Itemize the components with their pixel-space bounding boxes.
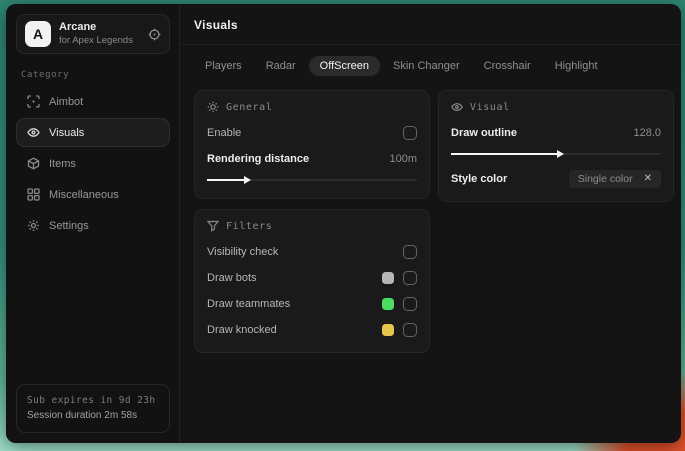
gear-icon xyxy=(27,219,40,232)
draw-outline-value: 128.0 xyxy=(633,126,661,139)
draw-knocked-controls xyxy=(382,322,417,337)
rendering-distance-value: 100m xyxy=(389,152,417,165)
filters-panel: Filters Visibility check Draw bots Draw … xyxy=(194,209,430,353)
brand-text: Arcane for Apex Legends xyxy=(59,21,140,47)
draw-bots-controls xyxy=(382,270,417,285)
panel-title: General xyxy=(226,101,273,113)
draw-knocked-color-swatch[interactable] xyxy=(382,323,394,336)
style-color-label: Style color xyxy=(451,172,508,185)
subscription-card: Sub expires in 9d 23h Session duration 2… xyxy=(16,383,170,433)
tab-skin-changer[interactable]: Skin Changer xyxy=(382,56,471,76)
sidebar-item-label: Visuals xyxy=(49,126,85,139)
visibility-check-checkbox[interactable] xyxy=(403,244,417,259)
cube-icon xyxy=(27,157,40,170)
sidebar-item-label: Miscellaneous xyxy=(49,188,119,201)
sidebar: A Arcane for Apex Legends Category Aimbo… xyxy=(6,4,180,443)
filters-panel-header: Filters xyxy=(207,220,417,232)
draw-bots-label: Draw bots xyxy=(207,271,257,284)
main-area: Visuals Players Radar OffScreen Skin Cha… xyxy=(180,4,681,443)
draw-knocked-label: Draw knocked xyxy=(207,323,277,336)
left-column: General Enable Rendering distance 100m F… xyxy=(194,90,430,353)
sidebar-item-label: Items xyxy=(49,157,76,170)
right-column: Visual Draw outline 128.0 Style color Si… xyxy=(438,90,674,202)
sidebar-item-visuals[interactable]: Visuals xyxy=(16,118,170,147)
grid-icon xyxy=(27,188,40,201)
visual-panel: Visual Draw outline 128.0 Style color Si… xyxy=(438,90,674,202)
tab-players[interactable]: Players xyxy=(194,56,253,76)
page-title: Visuals xyxy=(194,18,238,32)
draw-bots-color-swatch[interactable] xyxy=(382,271,394,284)
general-panel: General Enable Rendering distance 100m xyxy=(194,90,430,199)
enable-checkbox[interactable] xyxy=(403,125,417,140)
funnel-icon xyxy=(207,220,219,232)
draw-teammates-label: Draw teammates xyxy=(207,297,291,310)
sub-expires-text: Sub expires in 9d 23h xyxy=(27,394,156,406)
brand-title: Arcane xyxy=(59,21,97,34)
slider-thumb[interactable] xyxy=(207,176,251,184)
style-color-select[interactable]: Single color ✕ xyxy=(568,169,661,188)
panel-title: Visual xyxy=(470,101,510,113)
slider-thumb[interactable] xyxy=(451,150,565,158)
eye-icon xyxy=(451,101,463,113)
tab-radar[interactable]: Radar xyxy=(255,56,307,76)
sidebar-item-label: Aimbot xyxy=(49,95,84,108)
enable-label: Enable xyxy=(207,126,242,139)
brand-card: A Arcane for Apex Legends xyxy=(16,14,170,54)
visibility-check-label: Visibility check xyxy=(207,245,279,258)
draw-knocked-checkbox[interactable] xyxy=(403,322,417,337)
draw-teammates-checkbox[interactable] xyxy=(403,296,417,311)
sidebar-item-aimbot[interactable]: Aimbot xyxy=(16,87,170,116)
draw-outline-row: Draw outline 128.0 xyxy=(451,122,661,143)
rendering-distance-row: Rendering distance 100m xyxy=(207,148,417,169)
draw-bots-checkbox[interactable] xyxy=(403,270,417,285)
app-window: A Arcane for Apex Legends Category Aimbo… xyxy=(6,4,681,443)
tab-highlight[interactable]: Highlight xyxy=(544,56,609,76)
style-color-row: Style color Single color ✕ xyxy=(451,168,661,189)
tab-offscreen[interactable]: OffScreen xyxy=(308,56,380,76)
visuals-icon xyxy=(27,126,40,139)
enable-row: Enable xyxy=(207,122,417,143)
close-icon[interactable]: ✕ xyxy=(644,173,652,184)
style-color-value: Single color xyxy=(577,172,633,185)
visual-panel-header: Visual xyxy=(451,101,661,113)
draw-bots-row: Draw bots xyxy=(207,267,417,288)
rendering-distance-label: Rendering distance xyxy=(207,152,310,165)
panel-title: Filters xyxy=(226,220,273,232)
sidebar-item-miscellaneous[interactable]: Miscellaneous xyxy=(16,180,170,209)
rendering-distance-slider[interactable] xyxy=(207,175,417,185)
general-panel-header: General xyxy=(207,101,417,113)
draw-outline-slider[interactable] xyxy=(451,149,661,159)
draw-teammates-color-swatch[interactable] xyxy=(382,297,394,310)
tab-bar: Players Radar OffScreen Skin Changer Cro… xyxy=(194,56,674,76)
draw-teammates-row: Draw teammates xyxy=(207,293,417,314)
sidebar-item-label: Settings xyxy=(49,219,89,232)
sidebar-item-items[interactable]: Items xyxy=(16,149,170,178)
draw-outline-label: Draw outline xyxy=(451,126,518,139)
sidebar-item-settings[interactable]: Settings xyxy=(16,211,170,240)
session-duration-text: Session duration 2m 58s xyxy=(27,410,138,421)
draw-teammates-controls xyxy=(382,296,417,311)
sun-icon xyxy=(207,101,219,113)
category-label: Category xyxy=(21,70,70,80)
tab-crosshair[interactable]: Crosshair xyxy=(473,56,542,76)
visibility-check-row: Visibility check xyxy=(207,241,417,262)
aimbot-icon xyxy=(27,95,40,108)
content: General Enable Rendering distance 100m F… xyxy=(194,90,674,353)
brand-subtitle: for Apex Legends xyxy=(59,34,133,46)
brand-logo: A xyxy=(25,21,51,47)
main-header: Visuals xyxy=(180,4,681,45)
crosshair-icon[interactable] xyxy=(148,28,161,41)
draw-knocked-row: Draw knocked xyxy=(207,319,417,340)
